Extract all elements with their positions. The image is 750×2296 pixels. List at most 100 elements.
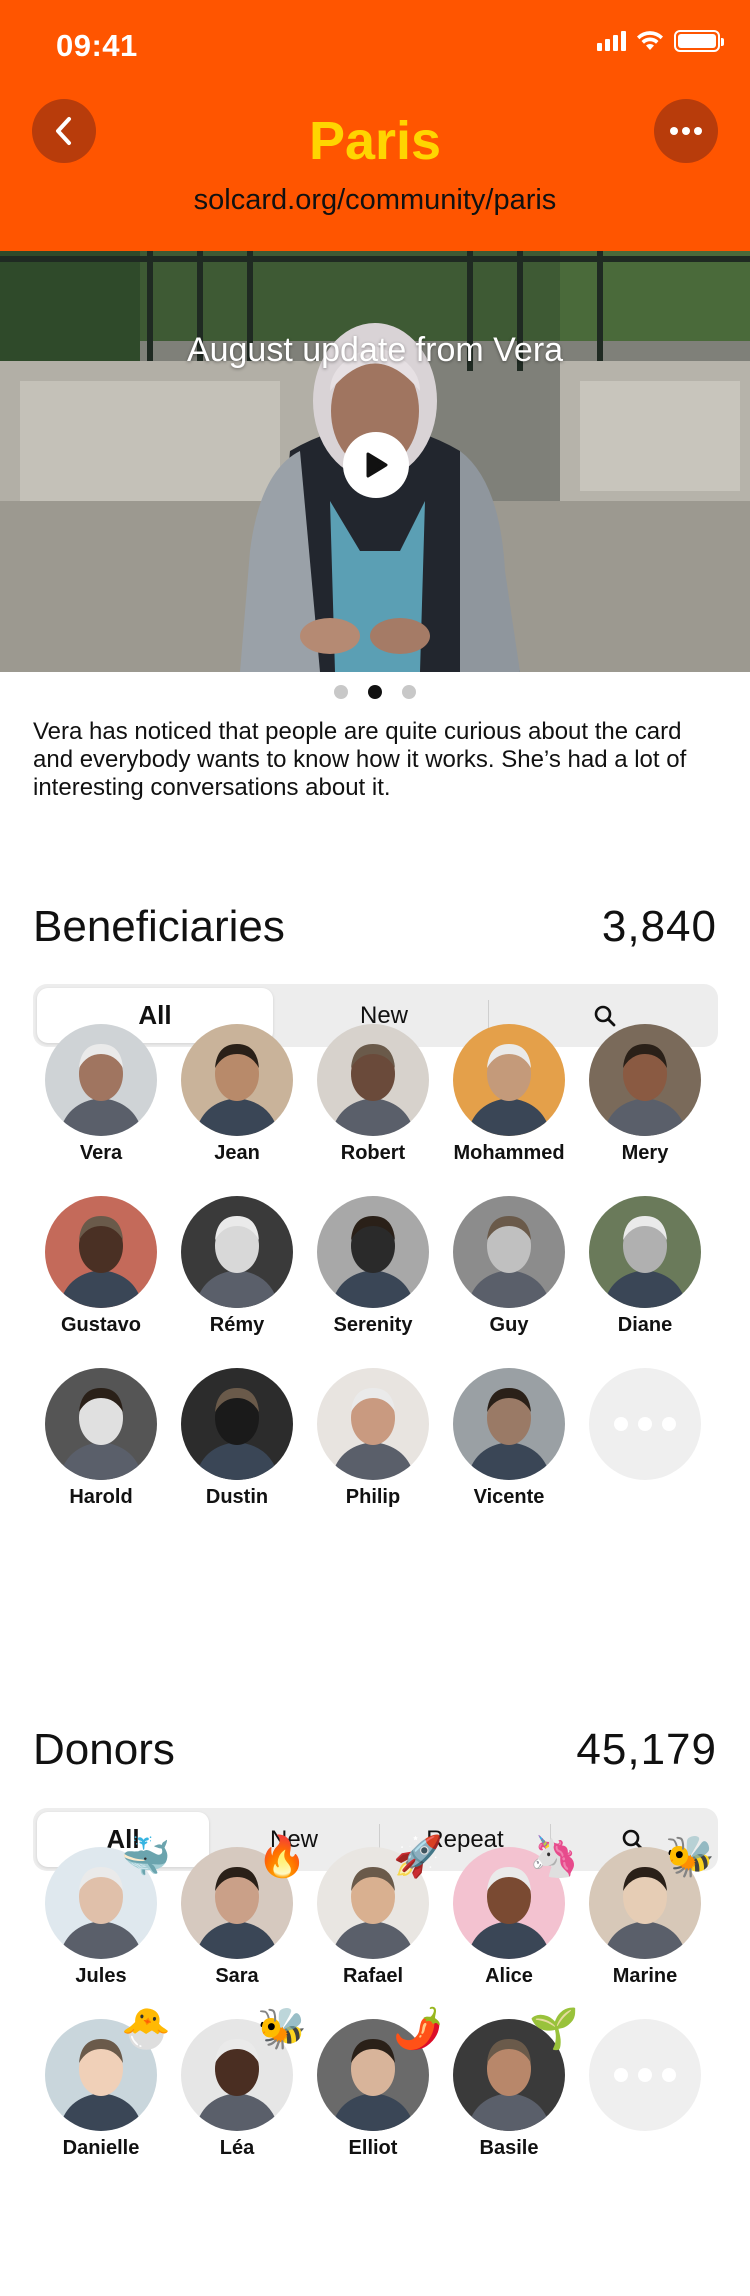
person-name: Marine xyxy=(612,1965,678,1987)
avatar xyxy=(181,1196,293,1308)
donors-title: Donors xyxy=(33,1725,175,1774)
play-button[interactable] xyxy=(343,432,409,498)
beneficiary-item[interactable]: Rémy xyxy=(172,1196,302,1337)
see-more-button[interactable] xyxy=(580,1368,710,1480)
person-name: Diane xyxy=(617,1314,673,1336)
beneficiary-item[interactable]: Mohammed xyxy=(444,1024,574,1165)
avatar xyxy=(45,1196,157,1308)
person-name: Rafael xyxy=(342,1965,404,1987)
avatar xyxy=(45,1368,157,1480)
avatar xyxy=(453,1368,565,1480)
person-name: Vicente xyxy=(473,1486,545,1508)
avatar xyxy=(453,1196,565,1308)
more-button[interactable] xyxy=(654,99,718,163)
header: 09:41 Paris solcard.org/community/paris xyxy=(0,0,750,251)
avatar: 🐳 xyxy=(45,1837,171,1959)
page-url: solcard.org/community/paris xyxy=(193,184,557,216)
carousel-dot-active[interactable] xyxy=(368,685,382,699)
avatar xyxy=(589,1024,701,1136)
beneficiary-item[interactable]: Philip xyxy=(308,1368,438,1509)
more-horizontal-icon xyxy=(670,127,702,135)
person-name: Alice xyxy=(485,1965,533,1987)
page-title: Paris xyxy=(308,111,442,171)
avatar: 🐝 xyxy=(589,1837,715,1959)
person-name: Serenity xyxy=(333,1314,413,1336)
donor-item[interactable]: 🚀 Rafael xyxy=(308,1837,443,1988)
person-name: Danielle xyxy=(62,2137,140,2159)
carousel-dot[interactable] xyxy=(402,685,416,699)
person-name: Elliot xyxy=(348,2137,398,2159)
donor-item[interactable]: 🦄 Alice xyxy=(444,1837,579,1988)
avatar xyxy=(453,1024,565,1136)
avatar: 🚀 xyxy=(317,1837,443,1959)
donor-item[interactable]: 🌱 Basile xyxy=(444,2009,579,2160)
avatar xyxy=(181,1024,293,1136)
person-name: Harold xyxy=(69,1486,133,1508)
avatar xyxy=(317,1196,429,1308)
donor-badge-emoji: 🐳 xyxy=(121,1835,171,1879)
avatar: 🐣 xyxy=(45,2009,171,2131)
donor-badge-emoji: 🦄 xyxy=(529,1835,579,1879)
person-name: Jean xyxy=(214,1142,260,1164)
beneficiary-item[interactable]: Diane xyxy=(580,1196,710,1337)
donor-badge-emoji: 🔥 xyxy=(257,1835,307,1879)
avatar: 🦄 xyxy=(453,1837,579,1959)
update-description: Vera has noticed that people are quite c… xyxy=(33,718,687,801)
wifi-icon xyxy=(637,31,663,50)
beneficiary-item[interactable]: Vera xyxy=(36,1024,166,1165)
avatar xyxy=(589,1196,701,1308)
more-horizontal-icon xyxy=(589,2019,701,2131)
hero-title: August update from Vera xyxy=(186,331,564,369)
beneficiaries-title: Beneficiaries xyxy=(33,902,285,951)
person-name: Vera xyxy=(79,1142,123,1164)
avatar xyxy=(317,1024,429,1136)
donor-item[interactable]: 🐣 Danielle xyxy=(36,2009,171,2160)
beneficiary-item[interactable]: Harold xyxy=(36,1368,166,1509)
person-name: Gustavo xyxy=(60,1314,142,1336)
beneficiary-item[interactable]: Jean xyxy=(172,1024,302,1165)
donor-item[interactable]: 🐳 Jules xyxy=(36,1837,171,1988)
avatar: 🌱 xyxy=(453,2009,579,2131)
play-icon xyxy=(366,452,388,478)
avatar: 🌶️ xyxy=(317,2009,443,2131)
person-name: Dustin xyxy=(205,1486,269,1508)
avatar: 🐝 xyxy=(181,2009,307,2131)
status-time: 09:41 xyxy=(56,28,138,63)
person-name: Basile xyxy=(479,2137,539,2159)
beneficiary-item[interactable]: Serenity xyxy=(308,1196,438,1337)
person-name: Robert xyxy=(340,1142,406,1164)
person-name: Jules xyxy=(75,1965,127,1987)
donor-badge-emoji: 🌶️ xyxy=(393,2007,443,2051)
signal-icon xyxy=(597,31,626,51)
beneficiary-item[interactable]: Vicente xyxy=(444,1368,574,1509)
person-name: Mery xyxy=(621,1142,669,1164)
donor-badge-emoji: 🐝 xyxy=(665,1835,715,1879)
more-horizontal-icon xyxy=(589,1368,701,1480)
carousel-dot[interactable] xyxy=(334,685,348,699)
person-name: Mohammed xyxy=(453,1142,565,1164)
see-more-button[interactable] xyxy=(580,2019,710,2131)
donor-item[interactable]: 🌶️ Elliot xyxy=(308,2009,443,2160)
beneficiary-item[interactable]: Guy xyxy=(444,1196,574,1337)
donor-item[interactable]: 🔥 Sara xyxy=(172,1837,307,1988)
beneficiary-item[interactable]: Mery xyxy=(580,1024,710,1165)
donor-badge-emoji: 🌱 xyxy=(529,2007,579,2051)
donor-badge-emoji: 🐣 xyxy=(121,2007,171,2051)
donor-item[interactable]: 🐝 Marine xyxy=(580,1837,715,1988)
avatar xyxy=(45,1024,157,1136)
status-icons xyxy=(597,30,724,52)
beneficiary-item[interactable]: Dustin xyxy=(172,1368,302,1509)
person-name: Léa xyxy=(219,2137,255,2159)
avatar xyxy=(181,1368,293,1480)
beneficiary-item[interactable]: Robert xyxy=(308,1024,438,1165)
person-name: Sara xyxy=(215,1965,259,1987)
donors-count: 45,179 xyxy=(576,1725,717,1774)
carousel-dots xyxy=(0,685,750,699)
person-name: Rémy xyxy=(209,1314,265,1336)
beneficiary-item[interactable]: Gustavo xyxy=(36,1196,166,1337)
donor-item[interactable]: 🐝 Léa xyxy=(172,2009,307,2160)
battery-icon xyxy=(674,30,724,52)
avatar xyxy=(317,1368,429,1480)
person-name: Guy xyxy=(489,1314,529,1336)
person-name: Philip xyxy=(345,1486,401,1508)
